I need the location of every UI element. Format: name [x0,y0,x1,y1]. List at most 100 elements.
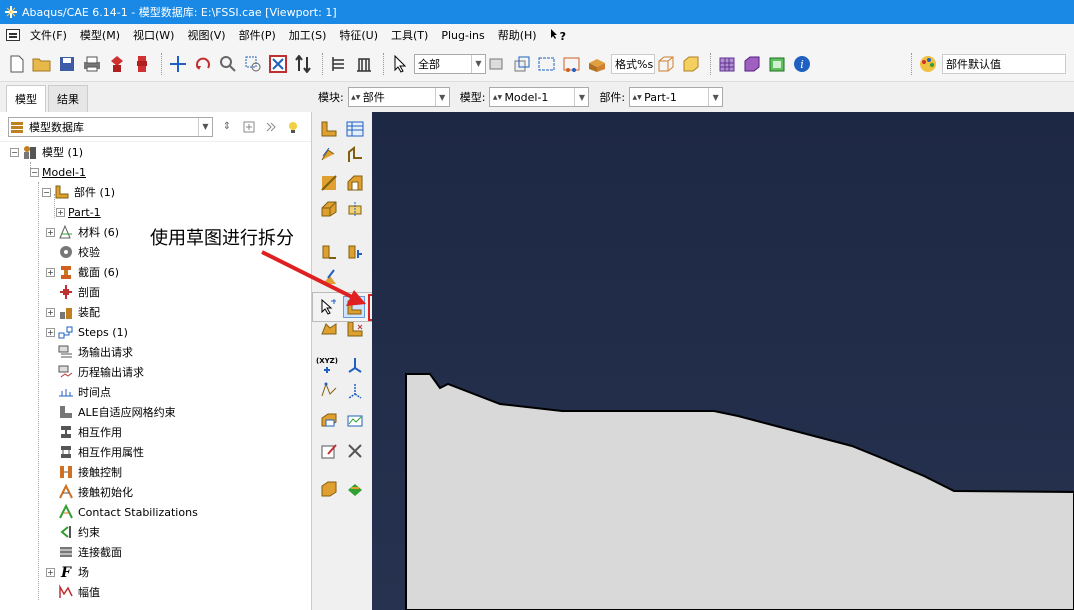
tree-item-fields[interactable]: + F 场 [46,562,89,582]
tree-item-interactions[interactable]: 相互作用 [58,422,122,442]
datum-icon[interactable] [344,198,366,220]
viewport-canvas[interactable] [372,112,1074,610]
tree-item-amplitudes[interactable]: 幅值 [58,582,100,602]
chevron-down-icon[interactable]: ▼ [198,117,212,136]
part-select-icon[interactable] [106,53,128,75]
part-select[interactable]: ▲▼ Part-1 ▼ [629,87,724,107]
assign-section-icon[interactable] [318,478,340,500]
menu-part[interactable]: 部件(P) [239,27,276,43]
tree-item-calibration[interactable]: 校验 [58,242,100,262]
tree-item-parts[interactable]: − 部件 (1) [42,182,115,202]
tools-icon[interactable] [344,440,366,462]
tree-item-connector-sections[interactable]: 连接截面 [58,542,122,562]
assembly-select-icon[interactable] [131,53,153,75]
context-help-icon[interactable]: ? [550,28,566,43]
color-palette-icon[interactable] [917,53,939,75]
tree-item-model-1[interactable]: − Model-1 [30,162,86,182]
tree-item-ale[interactable]: ALE自适应网格约束 [58,402,176,422]
menu-help[interactable]: 帮助(H) [498,27,537,43]
datum-plane-icon[interactable] [318,380,340,402]
menu-file[interactable]: 文件(F) [30,27,67,43]
tree-view-icon[interactable] [328,53,350,75]
partition-face-select-icon[interactable] [343,296,365,318]
partition-face-icon[interactable] [344,240,366,262]
color-defaults-select[interactable]: 部件默认值 [942,53,1066,74]
menu-feature[interactable]: 特征(U) [339,27,378,43]
menu-model[interactable]: 模型(M) [80,27,120,43]
expand-icon[interactable]: + [46,567,55,577]
pan-icon[interactable] [167,53,189,75]
tab-results[interactable]: 结果 [48,85,88,112]
auto-fit-icon[interactable] [267,53,289,75]
tree-filter-icon[interactable] [241,119,257,135]
menu-plugins[interactable]: Plug-ins [441,29,484,42]
new-file-icon[interactable] [6,53,28,75]
module-select[interactable]: ▲▼ 部件 ▼ [347,87,450,107]
display-group-icon[interactable] [353,53,375,75]
tab-model[interactable]: 模型 [6,85,46,112]
open-folder-icon[interactable] [31,53,53,75]
expand-icon[interactable]: + [56,207,65,217]
menu-viewport[interactable]: 视口(W) [133,27,174,43]
geometry-edit-icon[interactable] [344,410,366,432]
box-zoom-icon[interactable] [242,53,264,75]
select-cursor-icon[interactable] [317,296,339,318]
select-chain-icon[interactable] [561,53,583,75]
extrude-solid-icon[interactable] [318,144,340,166]
translucency-icon[interactable] [766,53,788,75]
tree-item-time-points[interactable]: 时间点 [58,382,111,402]
datum-point-icon[interactable] [344,380,366,402]
virtual-topology-icon[interactable] [318,266,340,288]
save-icon[interactable] [56,53,78,75]
zoom-icon[interactable] [217,53,239,75]
model-select[interactable]: ▲▼ Model-1 ▼ [489,87,590,107]
wire-icon[interactable] [318,172,340,194]
convert-icon[interactable] [344,478,366,500]
system-menu-icon[interactable] [6,29,20,41]
repair-icon[interactable] [318,410,340,432]
tree-item-contact-controls[interactable]: 接触控制 [58,462,122,482]
tree-item-part-1[interactable]: + Part-1 [56,202,101,222]
select-box-icon[interactable] [536,53,558,75]
tree-item-field-output[interactable]: 场输出请求 [58,342,133,362]
menu-shape[interactable]: 加工(S) [289,27,327,43]
partition-cell-icon[interactable] [318,240,340,262]
expand-icon[interactable]: + [46,327,55,337]
chevron-down-icon[interactable]: ▼ [471,54,485,73]
mesh-display-icon[interactable] [716,53,738,75]
render-shaded-icon[interactable] [586,53,608,75]
print-icon[interactable] [81,53,103,75]
tree-item-interaction-properties[interactable]: 相互作用属性 [58,442,144,462]
rotate-icon[interactable] [192,53,214,75]
create-part-icon[interactable] [318,118,340,140]
select-cursor-icon[interactable] [389,53,411,75]
tree-item-history-output[interactable]: 历程输出请求 [58,362,144,382]
collapse-icon[interactable]: − [30,167,39,177]
tree-item-contact-stabilizations[interactable]: Contact Stabilizations [58,502,198,522]
collapse-icon[interactable]: − [42,187,51,197]
chevron-down-icon[interactable]: ▼ [434,88,449,106]
chevron-down-icon[interactable]: ▼ [574,88,588,106]
highlight-icon[interactable] [285,119,301,135]
shell-icon[interactable] [344,144,366,166]
cut-extrude-icon[interactable] [344,172,366,194]
menu-tools[interactable]: 工具(T) [391,27,428,43]
expand-icon[interactable]: + [46,267,55,277]
select-options-icon[interactable] [511,53,533,75]
cycle-views-icon[interactable] [292,53,314,75]
tree-item-contact-initialization[interactable]: 接触初始化 [58,482,133,502]
tree-item-steps[interactable]: + Steps (1) [46,322,128,342]
tree-item-assembly[interactable]: + 装配 [46,302,100,322]
tree-item-materials[interactable]: + 材料 (6) [46,222,119,242]
select-from-viewport-icon[interactable] [486,53,508,75]
datum-axis-icon[interactable] [344,354,366,376]
wireframe-icon[interactable] [655,53,677,75]
expand-icon[interactable]: + [46,227,55,237]
database-select[interactable]: 模型数据库 ▼ [8,116,213,137]
collapse-icon[interactable]: − [10,147,19,157]
info-icon[interactable]: i [791,53,813,75]
color-code-icon[interactable] [741,53,763,75]
menu-view[interactable]: 视图(V) [187,27,225,43]
expand-tree-icon[interactable] [263,119,279,135]
round-fillet-icon[interactable] [318,198,340,220]
